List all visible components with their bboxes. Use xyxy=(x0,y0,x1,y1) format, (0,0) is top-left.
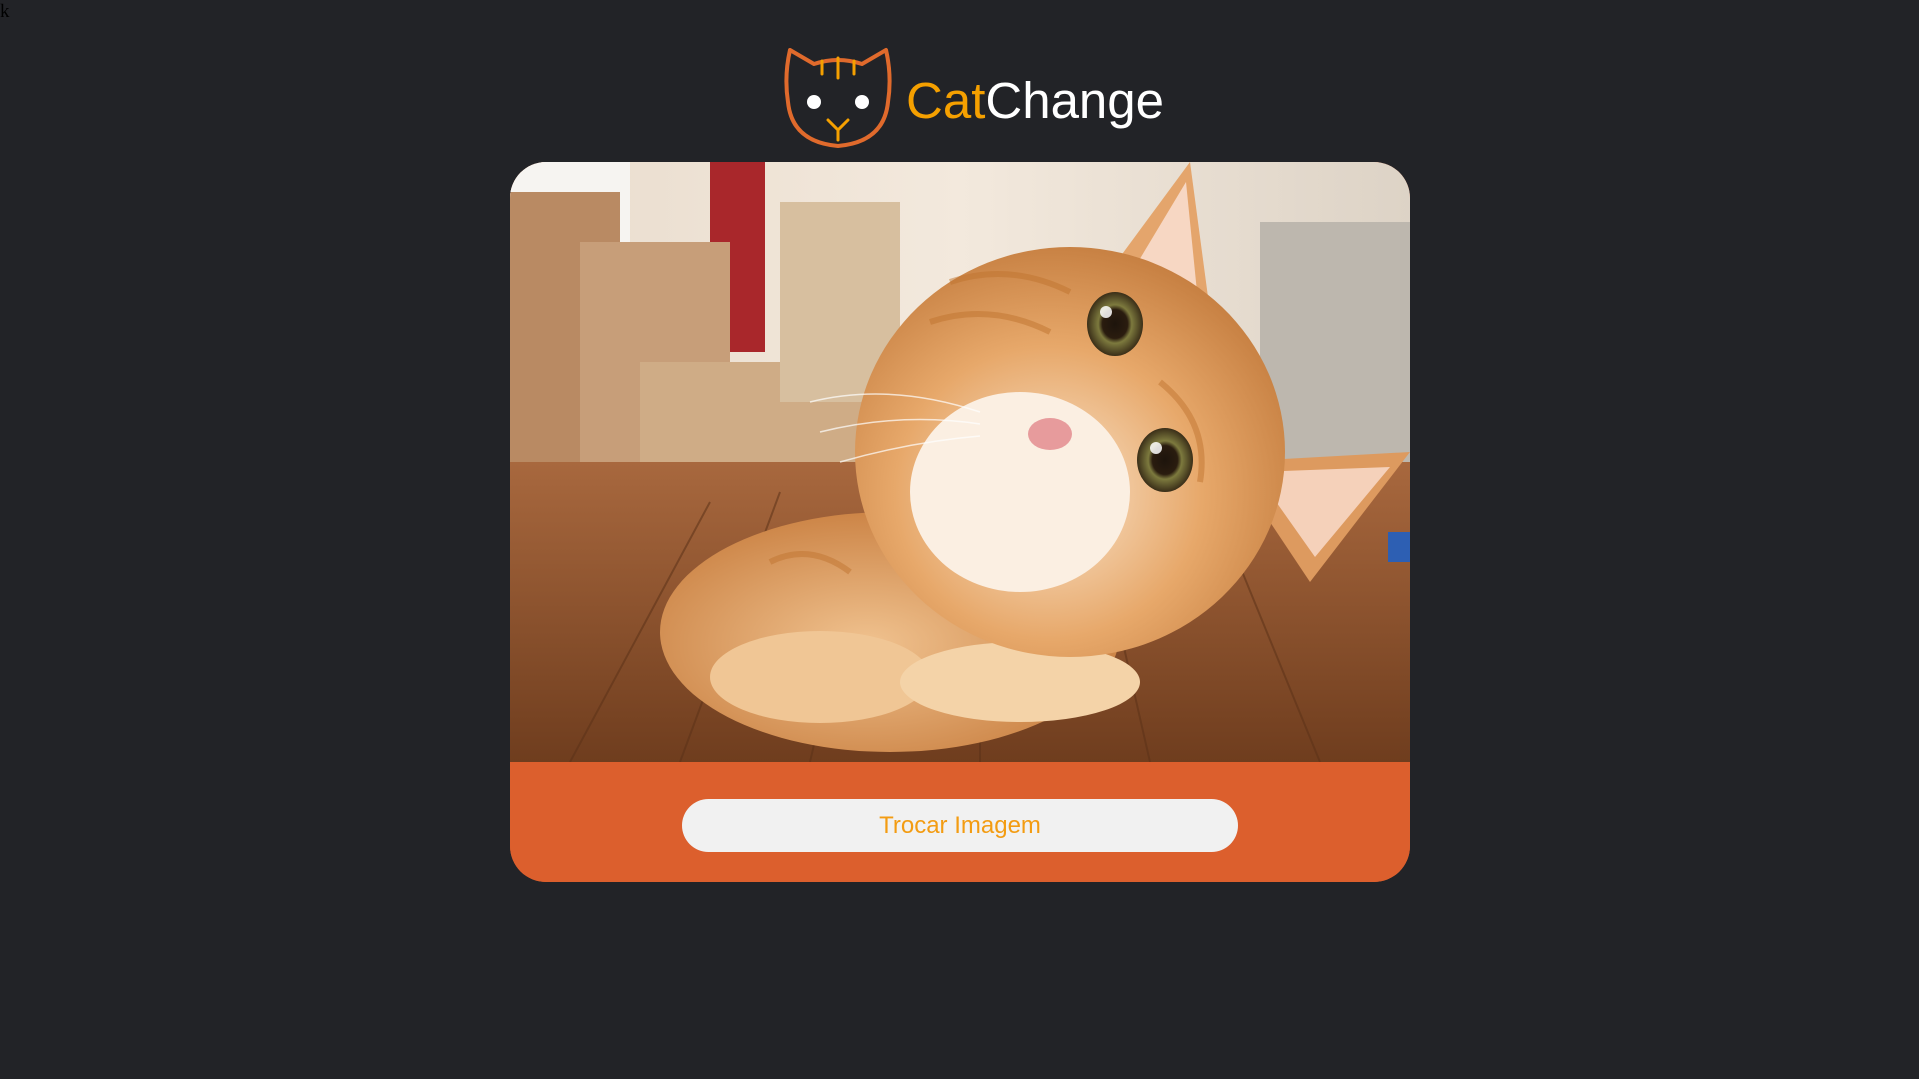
stray-text: k xyxy=(0,1,10,22)
cat-card: Trocar Imagem xyxy=(510,162,1410,882)
card-footer: Trocar Imagem xyxy=(510,762,1410,882)
cat-photo xyxy=(510,162,1410,762)
brand-name-change: Change xyxy=(985,71,1165,129)
swap-image-button[interactable]: Trocar Imagem xyxy=(682,799,1238,852)
cat-head-icon xyxy=(784,48,892,148)
brand-name: CatChange xyxy=(906,75,1164,126)
brand-name-cat: Cat xyxy=(906,71,986,129)
brand-logo: CatChange xyxy=(784,46,1164,150)
